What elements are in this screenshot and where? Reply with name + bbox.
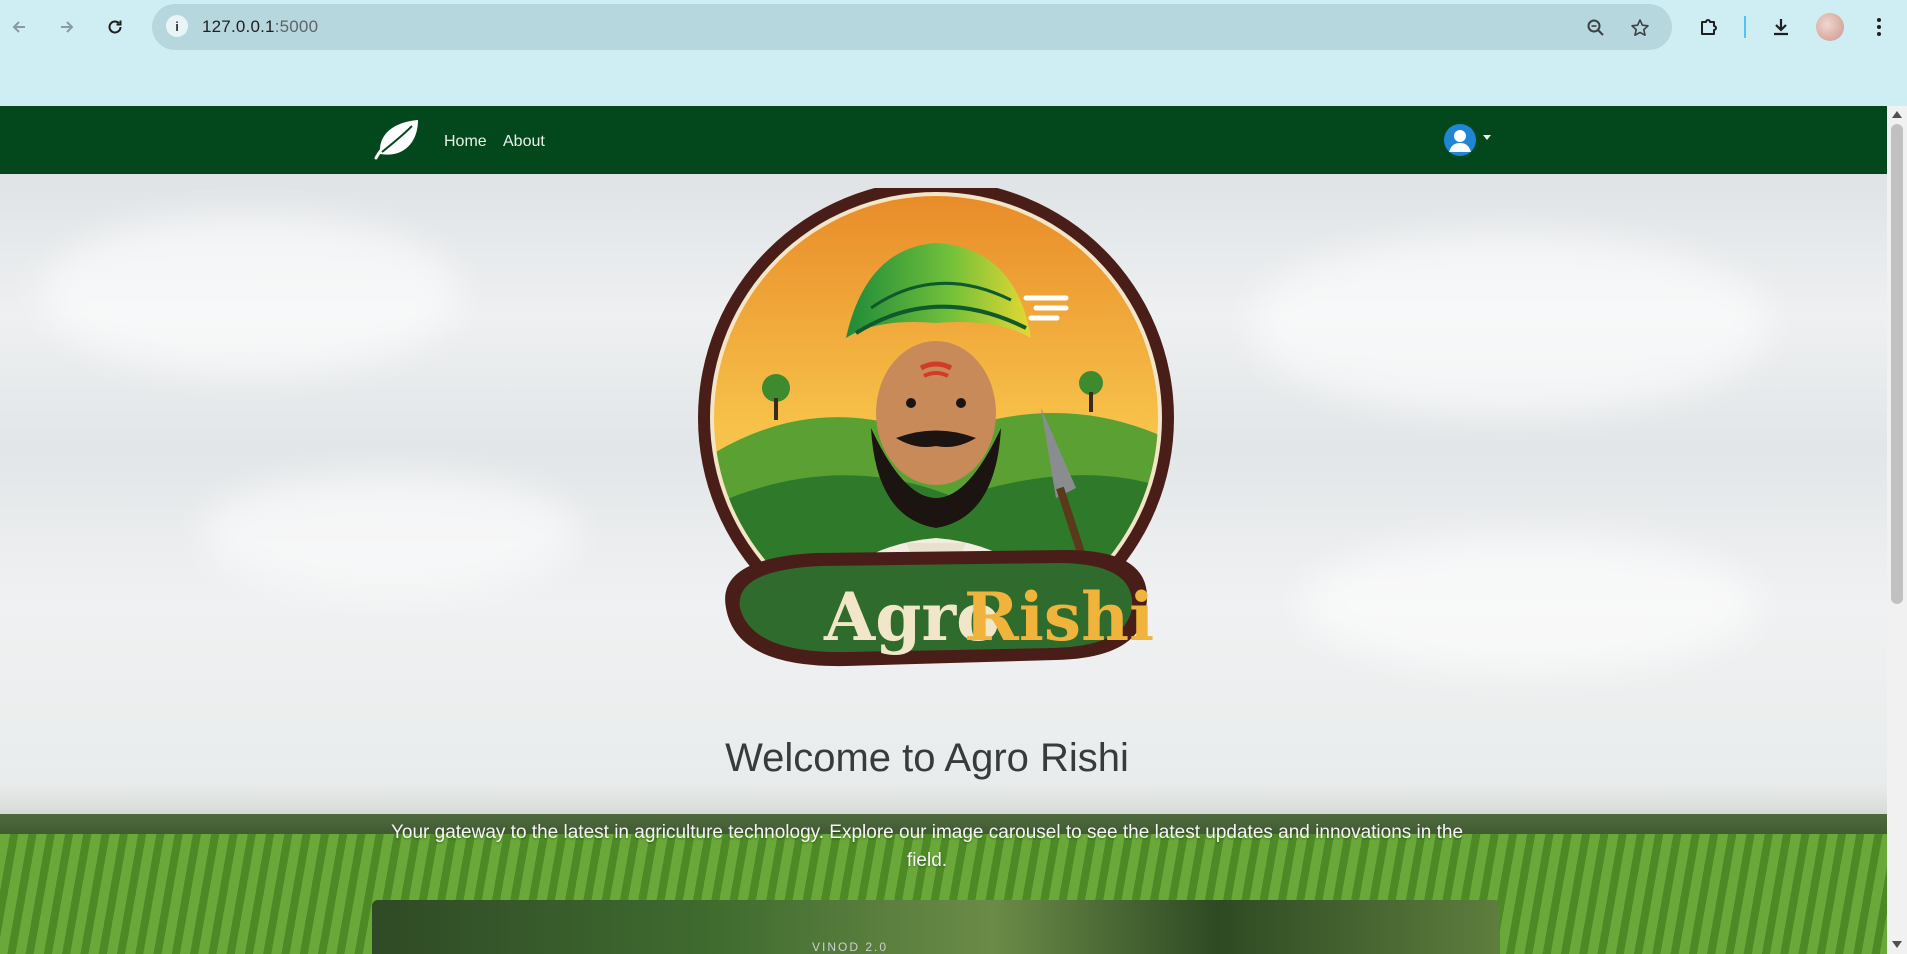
toolbar-separator <box>1744 16 1746 38</box>
kebab-menu-icon[interactable] <box>1864 12 1894 42</box>
hero-tagline: Your gateway to the latest in agricultur… <box>390 822 1464 871</box>
hero-section: Agro Rishi Welcome to Agro Rishi Your ga… <box>0 174 1887 954</box>
agro-rishi-logo: Agro Rishi <box>696 180 1176 708</box>
forward-button[interactable] <box>52 12 82 42</box>
page-scrollbar[interactable] <box>1887 106 1907 954</box>
url-host: 127.0.0.1 <box>202 17 275 36</box>
site-navbar: Home About <box>0 106 1887 174</box>
star-icon[interactable] <box>1628 16 1652 40</box>
browser-toolbar: i 127.0.0.1:5000 <box>0 0 1907 54</box>
logo-text-rishi: Rishi <box>964 578 1154 656</box>
scroll-up-arrow[interactable] <box>1892 111 1902 118</box>
cloud <box>1250 234 1770 414</box>
download-icon[interactable] <box>1766 12 1796 42</box>
cloud <box>40 214 460 374</box>
scroll-thumb[interactable] <box>1891 124 1903 604</box>
nav-link-about[interactable]: About <box>503 133 545 151</box>
cloud <box>1300 534 1760 674</box>
arrow-right-icon <box>61 21 74 33</box>
image-carousel[interactable]: VINOD 2.0 <box>372 900 1500 954</box>
reload-button[interactable] <box>100 12 130 42</box>
address-bar[interactable]: i 127.0.0.1:5000 <box>152 4 1672 50</box>
chevron-down-icon[interactable] <box>1483 135 1491 140</box>
scroll-down-arrow[interactable] <box>1892 941 1902 948</box>
nav-link-home[interactable]: Home <box>444 133 487 151</box>
url-text[interactable]: 127.0.0.1:5000 <box>202 17 318 37</box>
reload-icon <box>108 20 122 34</box>
leaf-icon[interactable] <box>372 116 422 162</box>
arrow-left-icon <box>12 21 25 33</box>
user-circle-icon[interactable] <box>1444 124 1476 156</box>
zoom-icon[interactable] <box>1584 16 1608 40</box>
puzzle-icon[interactable] <box>1694 12 1724 42</box>
cloud <box>200 474 580 594</box>
carousel-watermark: VINOD 2.0 <box>812 940 889 954</box>
url-port: :5000 <box>274 17 319 36</box>
browser-profile-avatar[interactable] <box>1816 13 1844 41</box>
info-icon[interactable]: i <box>166 15 188 37</box>
page-title: Welcome to Agro Rishi <box>725 736 1129 780</box>
back-button[interactable] <box>4 12 34 42</box>
